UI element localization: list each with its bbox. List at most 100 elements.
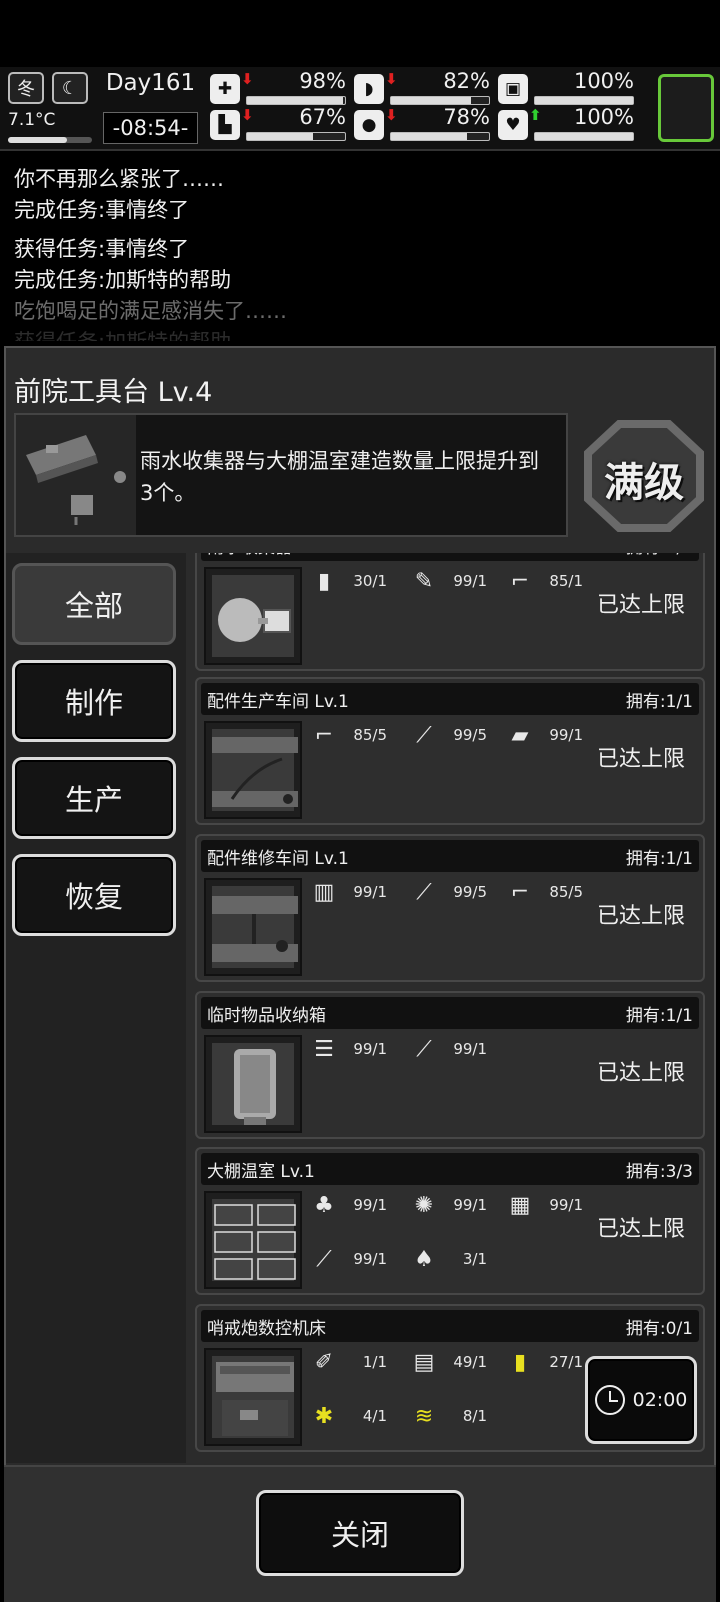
item-card[interactable]: 大棚温室 Lv.1 拥有:3/3 ♣ 99/1 ✺ 99/1 ▦ 99/1 ⟋ 99/1 ♠ 3/1 已… [195,1147,705,1295]
material-requirement: ✐ 1/1 [307,1344,387,1380]
tool-parts-icon: ✐ [314,1349,334,1375]
stat-bar [246,132,346,141]
material-quantity: 49/1 [453,1353,487,1371]
wood-logs-icon: ☰ [314,1036,334,1062]
item-header: 临时物品收纳箱 拥有:1/1 [201,997,699,1029]
workbench-title: 前院工具台 Lv.4 [14,377,213,408]
material-quantity: 30/1 [353,572,387,590]
material-requirement: ▦ 99/1 [503,1187,583,1223]
material-requirement: ✎ 99/1 [407,563,487,599]
water-drop-icon: ● [354,110,384,140]
item-status: 已达上限 [596,904,685,929]
screw-icon: ⟋ [416,1036,432,1062]
message-log: 你不再那么紧张了…… 完成任务:事情终了 获得任务:事情终了 完成任务:加斯特的帮助吃… [0,153,720,341]
screw-icon: ⟋ [416,879,432,905]
material-requirement: ⟋ 99/5 [407,874,487,910]
tab-produce[interactable]: 生产 [12,757,176,839]
log-line: 吃饱喝足的满足感消失了…… [14,299,287,323]
item-status: 已达上限 [596,747,685,772]
material-quantity: 85/1 [549,572,583,590]
material-quantity: 99/1 [549,726,583,744]
armor-icon: ▣ [498,74,528,104]
item-name: 哨戒炮数控机床 [207,1319,326,1339]
item-card[interactable]: 临时物品收纳箱 拥有:1/1 ☰ 99/1 ⟋ 99/1 已达上限 [195,991,705,1139]
soil-sprout-icon: ♣ [314,1192,334,1218]
equipment-slot[interactable] [658,74,714,142]
buildable-list[interactable]: 雨水收集器 Lv.1拥有:3/3▮30/1✎99/1⌐85/1已达上限配件生产车… [190,553,716,1463]
material-requirement: ♠ 3/1 [407,1241,487,1277]
item-owned-count: 拥有:0/1 [625,1319,693,1339]
item-name: 配件维修车间 Lv.1 [207,849,349,869]
item-header: 配件生产车间 Lv.1 拥有:1/1 [201,683,699,715]
tab-craft[interactable]: 制作 [12,660,176,742]
stat-value: 100% [573,69,634,93]
stat-value: 100% [573,105,634,129]
material-requirement: ▮ 27/1 [503,1344,583,1380]
material-requirement: ✱ 4/1 [307,1398,387,1434]
item-thumbnail [204,1348,302,1446]
item-thumbnail [204,721,302,819]
item-header: 配件维修车间 Lv.1 拥有:1/1 [201,840,699,872]
heart-icon: ♥ [498,110,528,140]
temperature: 7.1°C [8,110,56,130]
item-card[interactable]: 配件维修车间 Lv.1 拥有:1/1 ▥ 99/1 ⟋ 99/5 ⌐ 85/5 已达上限 [195,834,705,982]
max-level-label: 满级 [604,460,684,506]
material-requirement: ≋ 8/1 [407,1398,487,1434]
material-requirement: ⟋ 99/1 [407,1031,487,1067]
build-timer-button[interactable]: 02:00 [585,1356,697,1444]
pipe-icon: ⌐ [314,722,334,748]
shovel-icon: ♠ [414,1246,434,1272]
item-owned-count: 拥有:1/1 [625,692,693,712]
item-thumbnail [204,1191,302,1289]
material-requirement: ▤ 49/1 [407,1344,487,1380]
item-card[interactable]: 哨戒炮数控机床 拥有:0/1 ✐ 1/1 ▤ 49/1 ▮ 27/1 ✱ 4/1 ≋ 8/1 02:00 [195,1304,705,1452]
boot-icon: ▙ [210,110,240,140]
item-thumbnail [204,567,302,665]
cloth-icon: ▥ [313,879,335,905]
item-card[interactable]: 雨水收集器 Lv.1 拥有:3/3 ▮ 30/1 ✎ 99/1 ⌐ 85/1 已达上限 [195,553,705,671]
stat-value: 78% [443,105,490,129]
log-line: 完成任务:事情终了 [14,198,190,222]
item-name: 雨水收集器 Lv.1 [207,553,332,558]
clock-time: -08:54- [103,112,198,144]
moon-icon: ☾ [52,72,88,104]
stat-value: 98% [299,69,346,93]
material-quantity: 99/5 [453,726,487,744]
item-status: 已达上限 [596,1061,685,1086]
close-button[interactable]: 关闭 [256,1490,464,1576]
material-requirement: ⟋ 99/1 [307,1241,387,1277]
stat-bar [534,96,634,105]
material-requirement: ⟋ 99/5 [407,717,487,753]
material-quantity: 99/5 [453,883,487,901]
item-name: 临时物品收纳箱 [207,1006,326,1026]
material-quantity: 85/5 [353,726,387,744]
screw-icon: ⟋ [316,1246,332,1272]
clock-icon [594,1385,625,1415]
item-owned-count: 拥有:3/3 [625,1162,693,1182]
item-header: 大棚温室 Lv.1 拥有:3/3 [201,1153,699,1185]
stat-value: 67% [299,105,346,129]
workbench-image [16,415,136,535]
item-header: 雨水收集器 Lv.1 拥有:3/3 [201,553,699,561]
material-requirement: ▥ 99/1 [307,874,387,910]
log-line: 获得任务:加斯特的帮助 [14,326,231,341]
material-requirement: ☰ 99/1 [307,1031,387,1067]
item-name: 配件生产车间 Lv.1 [207,692,349,712]
item-card[interactable]: 配件生产车间 Lv.1 拥有:1/1 ⌐ 85/5 ⟋ 99/5 ▰ 99/1 已达上限 [195,677,705,825]
tab-all[interactable]: 全部 [12,563,176,645]
pipe-icon: ⌐ [510,568,530,594]
material-quantity: 4/1 [362,1407,387,1425]
season-label: 冬 [17,79,35,100]
circuit-icon: ✱ [314,1403,334,1429]
material-quantity: 85/5 [549,883,583,901]
stat-bar [390,96,490,105]
build-timer: 02:00 [632,1389,688,1411]
material-quantity: 27/1 [549,1353,583,1371]
material-quantity: 99/1 [453,1196,487,1214]
season-icon: 冬 [8,72,44,104]
log-line: 你不再那么紧张了…… [14,167,224,191]
tab-recover[interactable]: 恢复 [12,854,176,936]
material-quantity: 1/1 [362,1353,387,1371]
item-name: 大棚温室 Lv.1 [207,1162,315,1182]
temperature-bar [8,137,92,143]
